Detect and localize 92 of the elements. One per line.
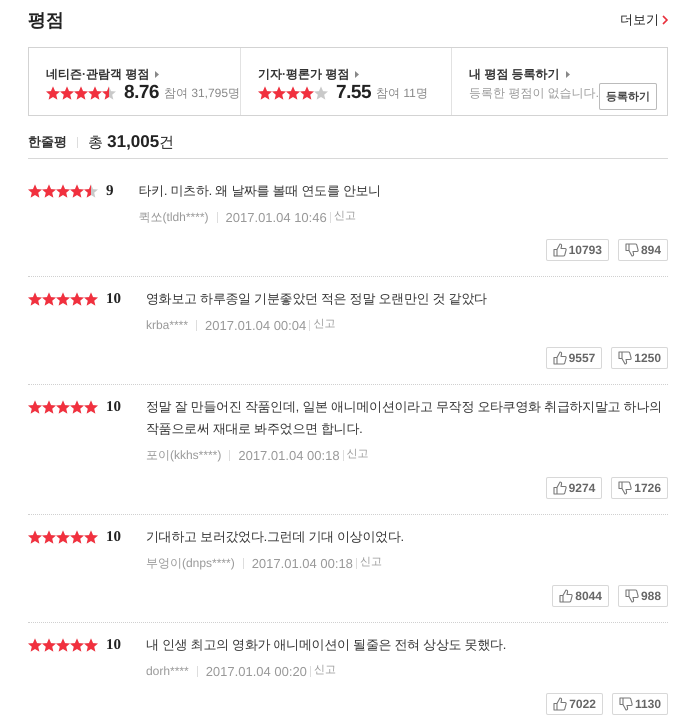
star-icon [42, 400, 56, 414]
review-text: 타키. 미츠하. 왜 날짜를 볼때 연도를 안보니 [138, 182, 382, 200]
thumbs-down-icon [624, 589, 639, 603]
rating-category-link[interactable]: 기자·평론가 평점 [258, 66, 360, 82]
review-text: 영화보고 하루종일 기분좋았던 적은 정말 오랜만인 것 같았다 [146, 290, 488, 308]
rating-category-link[interactable]: 네티즌·관람객 평점 [46, 66, 160, 82]
star-icon [46, 86, 60, 100]
star-icon [286, 86, 300, 100]
star-icon [70, 530, 84, 544]
star-icon [56, 638, 70, 652]
star-icon [42, 184, 56, 198]
review-date: 2017.01.04 00:18 [252, 556, 353, 570]
review-date: 2017.01.04 00:04 [205, 318, 306, 332]
star-icon [28, 530, 42, 544]
thumbs-down-icon [618, 481, 632, 495]
star-icon [56, 530, 70, 544]
star-icon [84, 184, 98, 198]
review-author: krba**** [146, 318, 188, 332]
review-score: 9 [106, 182, 114, 201]
review-text: 내 인생 최고의 영화가 애니메이션이 될줄은 전혀 상상도 못했다. [146, 636, 508, 654]
thumbs-up-icon [552, 351, 567, 365]
star-icon [84, 292, 98, 306]
review-text: 정말 잘 만들어진 작품인데, 일본 애니메이션이라고 무작정 오타쿠영화 취급하지말고 하나의 작품으로써 재대로 봐주었으면 합니다. [146, 398, 663, 438]
star-icon [84, 638, 98, 652]
thumbs-down-icon [624, 243, 639, 257]
star-icon [272, 86, 286, 100]
star-icon [74, 86, 88, 100]
review-score: 10 [106, 528, 121, 547]
star-icon [56, 400, 70, 414]
review-text: 기대하고 보러갔었다.그런데 기대 이상이었다. [146, 528, 405, 546]
thumbs-up-icon [552, 481, 567, 495]
participant-count: 참여 31,795명 [164, 84, 240, 102]
star-icon [28, 400, 42, 414]
review-date: 2017.01.04 00:20 [206, 664, 307, 678]
like-button[interactable]: 10793 [546, 239, 609, 261]
thumbs-up-icon [553, 697, 568, 711]
review-date: 2017.01.04 00:18 [238, 448, 340, 462]
star-icon [60, 86, 74, 100]
review-count: 총 31,005건 [88, 132, 174, 152]
thumbs-down-icon [618, 697, 633, 711]
no-rating-message: 등록한 평점이 없습니다. [468, 85, 599, 102]
review-author: dorh**** [146, 664, 189, 678]
review-author: 퀵쏘(tldh****) [138, 208, 209, 226]
star-icon [84, 400, 98, 414]
dislike-button[interactable]: 1250 [611, 347, 668, 369]
review-score: 10 [106, 636, 121, 655]
star-icon [300, 86, 314, 100]
star-icon [70, 638, 84, 652]
star-icon [28, 638, 42, 652]
star-icon [70, 292, 84, 306]
star-icon [70, 184, 84, 198]
thumbs-up-icon [552, 243, 567, 257]
review-author: 부엉이(dnps****) [146, 554, 235, 572]
star-icon [42, 638, 56, 652]
star-icon [84, 530, 98, 544]
reviews-title: 한줄평 [28, 133, 67, 151]
dislike-button[interactable]: 988 [618, 585, 668, 607]
thumbs-down-icon [618, 351, 632, 365]
caret-icon [566, 70, 570, 78]
star-icon [56, 292, 70, 306]
like-button[interactable]: 8044 [552, 585, 609, 607]
register-button[interactable]: 등록하기 [599, 83, 657, 110]
review-author: 포이(kkhs****) [146, 446, 222, 464]
more-link[interactable]: 더보기 [620, 11, 668, 29]
rating-score: 8.76 [124, 82, 159, 104]
dislike-button[interactable]: 1130 [612, 693, 668, 715]
review-score: 10 [106, 290, 121, 309]
like-button[interactable]: 7022 [546, 693, 603, 715]
like-button[interactable]: 9274 [546, 477, 602, 499]
chevron-icon [662, 15, 668, 25]
star-icon [28, 184, 42, 198]
star-icon [102, 86, 116, 100]
star-icon [42, 292, 56, 306]
review-score: 10 [106, 398, 121, 417]
section-title: 평점 [28, 9, 64, 32]
star-icon [56, 184, 70, 198]
dislike-button[interactable]: 1726 [611, 477, 668, 499]
register-rating-link[interactable]: 내 평점 등록하기 [468, 66, 570, 82]
like-button[interactable]: 9557 [546, 347, 602, 369]
caret-icon [355, 70, 360, 78]
star-icon [314, 86, 328, 100]
participant-count: 참여 11명 [376, 84, 428, 102]
star-icon [258, 86, 272, 100]
star-icon [42, 530, 56, 544]
star-icon [88, 86, 102, 100]
review-date: 2017.01.04 10:46 [226, 210, 327, 224]
dislike-button[interactable]: 894 [618, 239, 668, 261]
star-icon [70, 400, 84, 414]
star-icon [28, 292, 42, 306]
rating-score: 7.55 [336, 82, 372, 104]
thumbs-up-icon [559, 589, 574, 603]
caret-icon [155, 70, 160, 78]
